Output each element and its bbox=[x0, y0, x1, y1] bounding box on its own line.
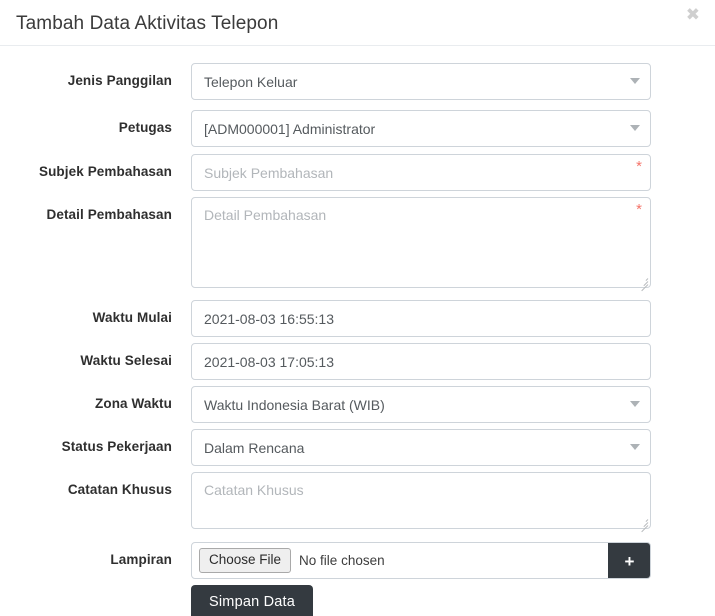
field-control-subjek-pembahasan: Subjek Pembahasan * bbox=[191, 154, 651, 191]
subjek-pembahasan-input[interactable]: Subjek Pembahasan bbox=[191, 154, 651, 191]
waktu-mulai-input[interactable]: 2021-08-03 16:55:13 bbox=[191, 300, 651, 337]
add-attachment-button[interactable]: + bbox=[608, 543, 650, 578]
file-name-text: No file chosen bbox=[299, 553, 385, 568]
field-label-catatan-khusus: Catatan Khusus bbox=[67, 482, 172, 497]
field-control-detail-pembahasan: Detail Pembahasan * bbox=[191, 197, 651, 292]
jenis-panggilan-select[interactable]: Telepon Keluar bbox=[191, 63, 651, 100]
field-row-waktu-mulai: Waktu Mulai 2021-08-03 16:55:13 bbox=[0, 300, 715, 337]
save-button[interactable]: Simpan Data bbox=[191, 585, 314, 616]
field-row-subjek-pembahasan: Subjek Pembahasan Subjek Pembahasan * bbox=[0, 154, 715, 191]
field-control-waktu-selesai: 2021-08-03 17:05:13 bbox=[191, 343, 651, 380]
field-label-waktu-mulai: Waktu Mulai bbox=[92, 310, 172, 325]
petugas-select[interactable]: [ADM000001] Administrator bbox=[191, 110, 651, 147]
catatan-khusus-textarea[interactable]: Catatan Khusus bbox=[191, 472, 651, 529]
field-control-catatan-khusus: Catatan Khusus bbox=[191, 472, 651, 533]
field-control-jenis-panggilan: Telepon Keluar bbox=[191, 63, 651, 100]
field-label-jenis-panggilan: Jenis Panggilan bbox=[67, 73, 172, 88]
choose-file-button[interactable]: Choose File bbox=[199, 548, 292, 573]
field-label-detail-pembahasan: Detail Pembahasan bbox=[46, 207, 172, 222]
field-control-zona-waktu: Waktu Indonesia Barat (WIB) bbox=[191, 386, 651, 423]
field-row-detail-pembahasan: Detail Pembahasan Detail Pembahasan * bbox=[0, 197, 715, 292]
field-label-subjek-pembahasan: Subjek Pembahasan bbox=[38, 164, 172, 179]
add-phone-activity-modal: Tambah Data Aktivitas Telepon ✖ Jenis Pa… bbox=[0, 0, 715, 616]
page-title: Tambah Data Aktivitas Telepon bbox=[16, 13, 279, 34]
field-label-lampiran: Lampiran bbox=[110, 552, 172, 567]
field-control-waktu-mulai: 2021-08-03 16:55:13 bbox=[191, 300, 651, 337]
field-control-lampiran: Choose File No file chosen + bbox=[191, 542, 651, 579]
field-row-status-pekerjaan: Status Pekerjaan Dalam Rencana bbox=[0, 429, 715, 466]
modal-header: Tambah Data Aktivitas Telepon ✖ bbox=[0, 0, 715, 46]
zona-waktu-select[interactable]: Waktu Indonesia Barat (WIB) bbox=[191, 386, 651, 423]
field-row-lampiran: Lampiran Choose File No file chosen + bbox=[0, 542, 715, 579]
required-asterisk: * bbox=[636, 158, 642, 175]
field-label-petugas: Petugas bbox=[118, 120, 172, 135]
field-control-status-pekerjaan: Dalam Rencana bbox=[191, 429, 651, 466]
detail-pembahasan-textarea[interactable]: Detail Pembahasan bbox=[191, 197, 651, 288]
modal-body: Jenis Panggilan Telepon Keluar Petugas [… bbox=[0, 63, 715, 616]
status-pekerjaan-select[interactable]: Dalam Rencana bbox=[191, 429, 651, 466]
field-label-status-pekerjaan: Status Pekerjaan bbox=[61, 439, 172, 454]
field-row-petugas: Petugas [ADM000001] Administrator bbox=[0, 110, 715, 147]
required-asterisk: * bbox=[636, 201, 642, 218]
lampiran-file-input[interactable]: Choose File No file chosen + bbox=[191, 542, 651, 579]
field-row-jenis-panggilan: Jenis Panggilan Telepon Keluar bbox=[0, 63, 715, 100]
waktu-selesai-input[interactable]: 2021-08-03 17:05:13 bbox=[191, 343, 651, 380]
field-row-waktu-selesai: Waktu Selesai 2021-08-03 17:05:13 bbox=[0, 343, 715, 380]
submit-row: Simpan Data bbox=[0, 585, 715, 616]
field-label-zona-waktu: Zona Waktu bbox=[95, 396, 172, 411]
field-row-zona-waktu: Zona Waktu Waktu Indonesia Barat (WIB) bbox=[0, 386, 715, 423]
close-icon[interactable]: ✖ bbox=[680, 2, 706, 27]
field-label-waktu-selesai: Waktu Selesai bbox=[80, 353, 172, 368]
field-row-catatan-khusus: Catatan Khusus Catatan Khusus bbox=[0, 472, 715, 533]
field-control-petugas: [ADM000001] Administrator bbox=[191, 110, 651, 147]
